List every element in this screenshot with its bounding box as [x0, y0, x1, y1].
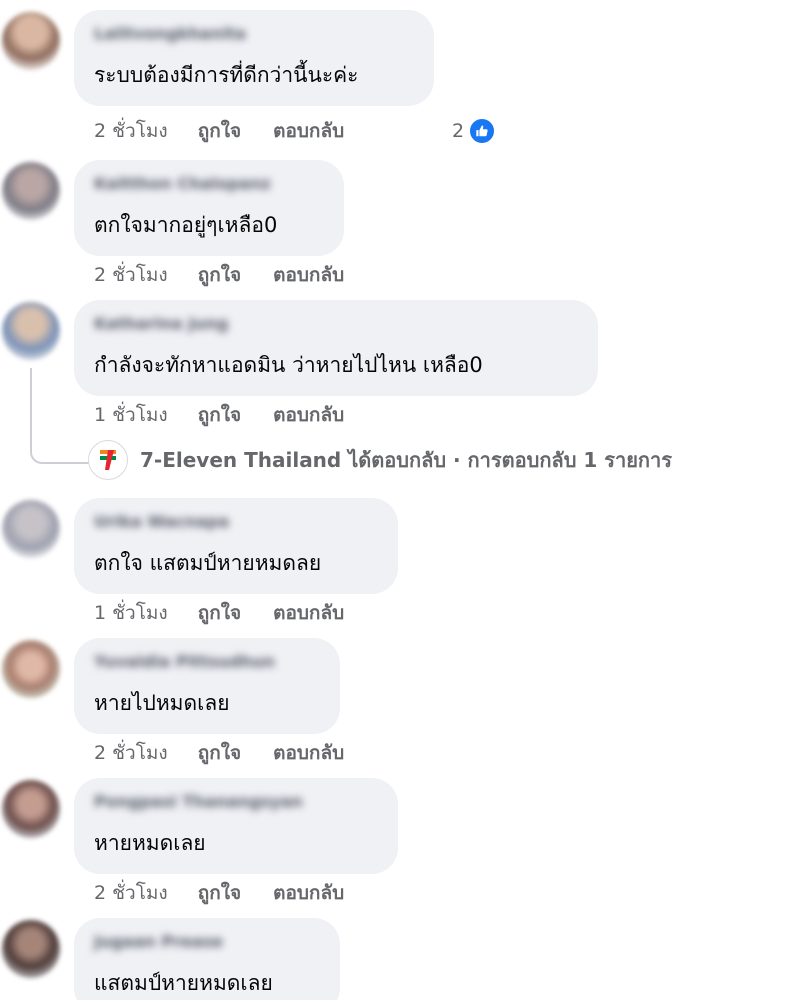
reply-button[interactable]: ตอบกลับ	[273, 400, 344, 430]
page-name[interactable]: 7-Eleven Thailand	[140, 448, 341, 472]
comment-bubble: Kaitthon Chalopanz ตกใจมากอยู่ๆเหลือ0	[74, 160, 344, 256]
avatar[interactable]	[2, 500, 60, 558]
page-reply-summary[interactable]: 7-Eleven Thailand ได้ตอบกลับ · การตอบกลั…	[140, 444, 672, 476]
avatar[interactable]	[2, 162, 60, 220]
comment-bubble: Katharina Jung กำลังจะทักหาแอดมิน ว่าหาย…	[74, 300, 598, 396]
reply-button[interactable]: ตอบกลับ	[273, 598, 344, 628]
avatar[interactable]	[2, 640, 60, 698]
comment-time[interactable]: 2 ชั่วโมง	[94, 260, 168, 290]
comment-bubble: Yuvaldia Pittsudhun หายไปหมดเลย	[74, 638, 340, 734]
like-reaction-icon	[468, 117, 497, 145]
like-button[interactable]: ถูกใจ	[198, 738, 241, 768]
comment-author[interactable]: Katharina Jung	[94, 314, 228, 334]
like-button[interactable]: ถูกใจ	[198, 400, 241, 430]
comment-time[interactable]: 1 ชั่วโมง	[94, 598, 168, 628]
comment-text: ตกใจ แสตมป์หายหมดลย	[94, 551, 322, 575]
reply-button[interactable]: ตอบกลับ	[273, 116, 344, 146]
comment-bubble: Urika Wacnapa ตกใจ แสตมป์หายหมดลย	[74, 498, 398, 594]
comment-author[interactable]: Kaitthon Chalopanz	[94, 174, 271, 194]
comment-text: หายไปหมดเลย	[94, 691, 230, 715]
like-button[interactable]: ถูกใจ	[198, 116, 241, 146]
avatar[interactable]	[2, 920, 60, 978]
comment-bubble: Jugaan Prease แสตมป์หายหมดเลย	[74, 918, 340, 1000]
avatar[interactable]	[2, 302, 60, 360]
comment-time[interactable]: 2 ชั่วโมง	[94, 738, 168, 768]
comment-text: กำลังจะทักหาแอดมิน ว่าหายไปไหน เหลือ0	[94, 353, 483, 377]
reply-button[interactable]: ตอบกลับ	[273, 260, 344, 290]
comment-author[interactable]: Lalitvongkhanita	[94, 24, 246, 44]
comment-author[interactable]: Urika Wacnapa	[94, 512, 229, 532]
avatar[interactable]	[2, 780, 60, 838]
like-button[interactable]: ถูกใจ	[198, 260, 241, 290]
avatar[interactable]	[2, 12, 60, 70]
comment-actions: 1 ชั่วโมง ถูกใจ ตอบกลับ	[94, 402, 344, 428]
comment-bubble: Lalitvongkhanita ระบบต้องมีการที่ดีกว่าน…	[74, 10, 434, 106]
comment-author[interactable]: Jugaan Prease	[94, 932, 223, 952]
comment-actions: 2 ชั่วโมง ถูกใจ ตอบกลับ	[94, 118, 344, 144]
seven-eleven-logo-icon	[88, 440, 128, 480]
comment-author[interactable]: Pongpasi Thanangsyan	[94, 792, 303, 812]
reply-button[interactable]: ตอบกลับ	[273, 878, 344, 908]
like-button[interactable]: ถูกใจ	[198, 878, 241, 908]
comment-text: ตกใจมากอยู่ๆเหลือ0	[94, 213, 278, 237]
comment-text: แสตมป์หายหมดเลย	[94, 971, 273, 995]
comment-text: ระบบต้องมีการที่ดีกว่านี้นะค่ะ	[94, 63, 359, 87]
comment-thread: Lalitvongkhanita ระบบต้องมีการที่ดีกว่าน…	[0, 0, 800, 1000]
comment-time[interactable]: 2 ชั่วโมง	[94, 878, 168, 908]
comment-actions: 2 ชั่วโมง ถูกใจ ตอบกลับ	[94, 880, 344, 906]
reaction-summary[interactable]: 2	[452, 117, 497, 145]
page-reply-link[interactable]: 7-Eleven Thailand ได้ตอบกลับ · การตอบกลั…	[88, 440, 672, 480]
comment-actions: 2 ชั่วโมง ถูกใจ ตอบกลับ	[94, 262, 344, 288]
reply-thread-line	[30, 368, 92, 464]
comment-bubble: Pongpasi Thanangsyan หายหมดเลย	[74, 778, 398, 874]
comment-author[interactable]: Yuvaldia Pittsudhun	[94, 652, 275, 672]
like-button[interactable]: ถูกใจ	[198, 598, 241, 628]
reply-count-text[interactable]: ได้ตอบกลับ · การตอบกลับ 1 รายการ	[348, 448, 672, 472]
comment-actions: 1 ชั่วโมง ถูกใจ ตอบกลับ	[94, 600, 344, 626]
reaction-count: 2	[452, 120, 465, 142]
comment-time[interactable]: 1 ชั่วโมง	[94, 400, 168, 430]
reply-button[interactable]: ตอบกลับ	[273, 738, 344, 768]
comment-actions: 2 ชั่วโมง ถูกใจ ตอบกลับ	[94, 740, 344, 766]
comment-text: หายหมดเลย	[94, 831, 206, 855]
comment-time[interactable]: 2 ชั่วโมง	[94, 116, 168, 146]
